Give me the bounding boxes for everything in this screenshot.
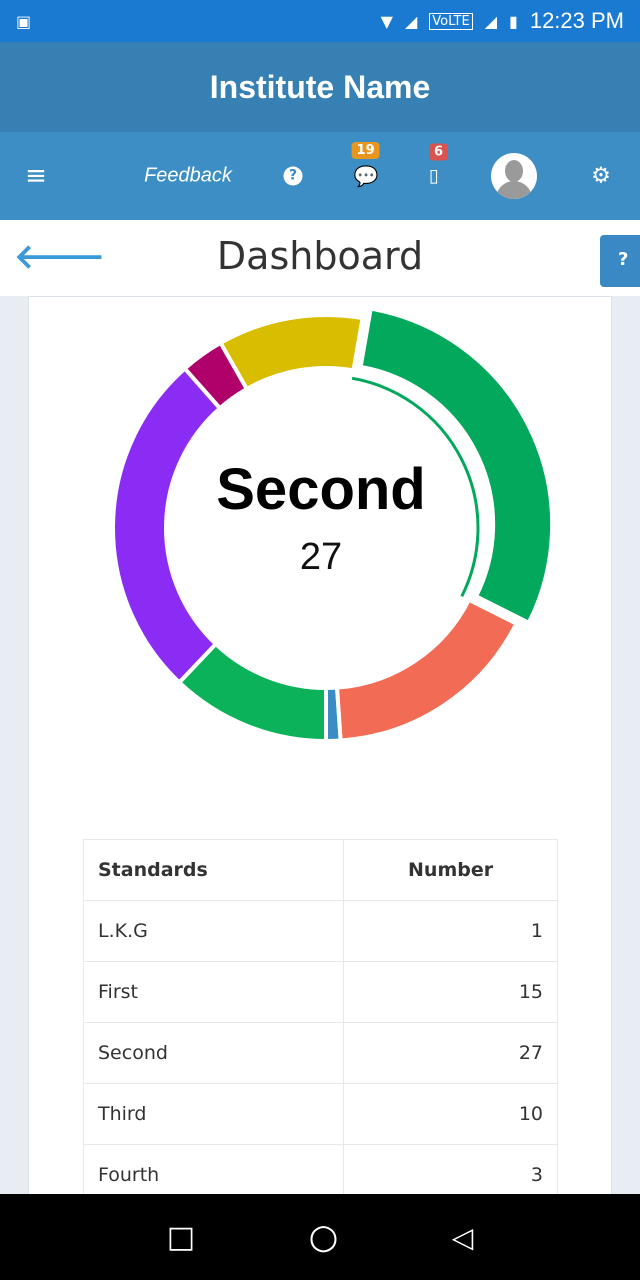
standards-table: Standards Number L.K.G 1 First 15 Second 27 Th… [82, 839, 558, 1206]
clock: 12:23 PM [529, 8, 624, 33]
mobile-icon[interactable]: ▯ 6 [429, 143, 449, 187]
help-button[interactable]: ? [600, 235, 640, 287]
dashboard-card: Second 27 Standards Number L.K.G 1 First 15… [28, 296, 612, 1206]
table-row: Second 27 [82, 1022, 558, 1084]
messages-badge: 19 [351, 142, 380, 159]
home-button[interactable]: ○ [309, 1217, 339, 1257]
header-standards: Standards [82, 839, 345, 901]
back-button[interactable]: ◁ [452, 1221, 474, 1254]
center-value: 27 [300, 536, 342, 578]
table-header-row: Standards Number [82, 839, 558, 901]
standard-cell: Third [82, 1083, 345, 1145]
wifi-icon: ▼ [380, 11, 393, 31]
table-row: Third 10 [82, 1083, 558, 1145]
gallery-icon: ▣ [16, 11, 32, 31]
menu-icon[interactable]: ≡ [25, 161, 47, 191]
battery-icon: ▮ [509, 11, 518, 31]
status-bar: ▣ ▼ ◢ VoLTE ◢ ▮ 12:23 PM [0, 0, 640, 42]
donut-chart: Second 27 [111, 306, 555, 744]
standard-cell: Second [82, 1022, 345, 1084]
signal-icon: ◢ [484, 11, 498, 31]
number-cell: 1 [343, 900, 558, 962]
center-label: Second [216, 457, 426, 522]
number-cell: 10 [343, 1083, 558, 1145]
messages-icon[interactable]: 💬 19 [351, 142, 380, 188]
page-title: Dashboard [216, 234, 424, 278]
donut-segment-first[interactable] [334, 597, 519, 743]
volte-icon: VoLTE [429, 12, 473, 30]
top-nav: ≡ Feedback ? 💬 19 ▯ 6 ⚙ [0, 132, 640, 220]
mobile-badge: 6 [429, 143, 449, 161]
table-row: First 15 [82, 961, 558, 1023]
header-number: Number [343, 839, 558, 901]
number-cell: 27 [343, 1022, 558, 1084]
standard-cell: First [82, 961, 345, 1023]
page-header: 🡐 Dashboard ? [0, 220, 640, 296]
donut-segment-segment-6[interactable] [111, 365, 223, 686]
donut-segment-segment-7[interactable] [176, 641, 328, 744]
standard-cell: L.K.G [82, 900, 345, 962]
help-icon[interactable]: ? [283, 166, 303, 186]
android-nav-bar: □ ○ ◁ [0, 1194, 640, 1280]
table-row: L.K.G 1 [82, 900, 558, 962]
app-title: Institute Name [0, 42, 640, 132]
feedback-link[interactable]: Feedback [144, 165, 232, 188]
recents-button[interactable]: □ [167, 1220, 195, 1255]
number-cell: 15 [343, 961, 558, 1023]
signal-icon: ◢ [404, 11, 418, 31]
settings-icon[interactable]: ⚙ [591, 164, 611, 189]
avatar[interactable] [491, 153, 537, 199]
